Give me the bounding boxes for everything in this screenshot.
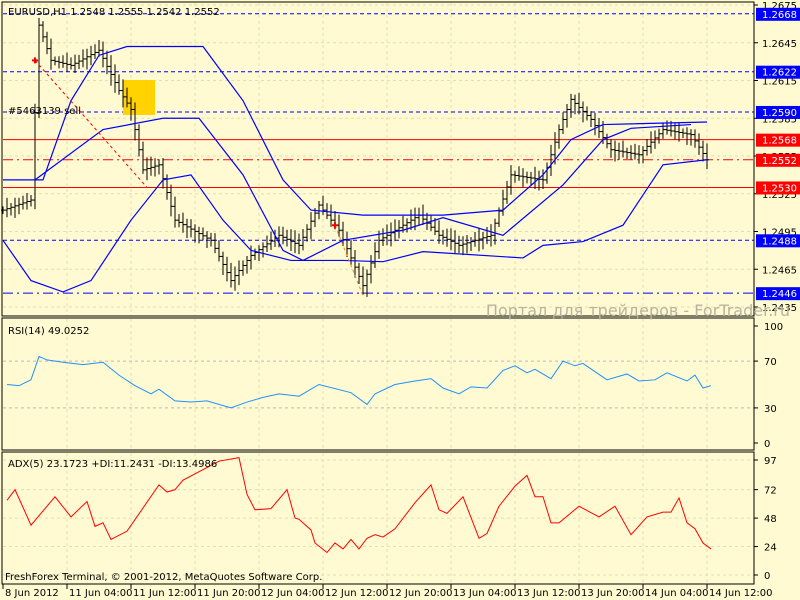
level-price-label: 1.2488 [762,236,797,247]
level-price-label: 1.2446 [762,289,797,300]
trading-chart[interactable]: 8 Jun 2012 11 Jun 04:00 11 Jun 12:00 11 Jun… [0,0,800,600]
time-label: 12 Jun 04:00 [261,588,325,599]
watermark: Портал для трейдеров - ForTrader.ru [486,301,790,320]
level-price-label: 1.2668 [762,10,797,21]
price-label: 1.2465 [762,265,797,276]
time-label: 8 Jun 2012 [5,588,59,599]
rsi-title: RSI(14) 49.0252 [8,326,89,337]
level-price-label: 1.2552 [762,156,797,167]
time-label: 14 Jun 04:00 [645,588,709,599]
level-price-label: 1.2530 [762,183,797,194]
order-label: #5463139 sell [8,106,81,117]
price-label: 1.2645 [762,39,797,50]
copyright: FreshForex Terminal, © 2001-2012, MetaQu… [5,572,322,583]
adx-axis-label: 0 [764,571,770,582]
time-label: 12 Jun 12:00 [325,588,389,599]
adx-axis-label: 24 [764,543,777,554]
time-label: 11 Jun 20:00 [197,588,261,599]
adx-title: ADX(5) 23.1723 +DI:11.2431 -DI:13.4986 [8,459,217,470]
level-price-label: 1.2568 [762,136,797,147]
time-label: 11 Jun 04:00 [69,588,133,599]
adx-axis-label: 48 [764,514,777,525]
rsi-axis-label: 100 [764,322,783,333]
rsi-axis-label: 70 [764,357,777,368]
adx-axis-label: 72 [764,486,777,497]
adx-axis-label: 97 [764,456,777,467]
time-label: 12 Jun 20:00 [389,588,453,599]
time-label: 11 Jun 12:00 [133,588,197,599]
rsi-axis-label: 30 [764,404,777,415]
order-highlight-box [123,80,155,115]
time-label: 13 Jun 04:00 [453,588,517,599]
rsi-axis-label: 0 [764,439,770,450]
background [0,0,800,600]
time-label: 14 Jun 12:00 [709,588,773,599]
level-price-label: 1.2590 [762,108,797,119]
time-label: 13 Jun 20:00 [581,588,645,599]
time-label: 13 Jun 12:00 [517,588,581,599]
level-price-label: 1.2622 [762,68,797,79]
chart-title: EURUSD,H1 1.2548 1.2555 1.2542 1.2552 [8,7,220,18]
